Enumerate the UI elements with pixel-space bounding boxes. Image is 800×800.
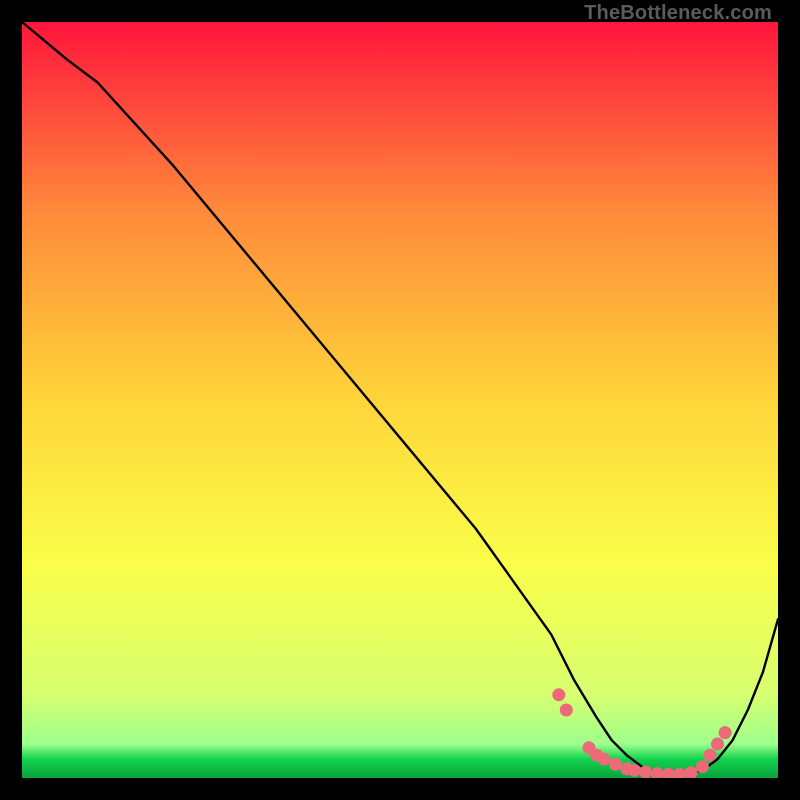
data-marker [628, 764, 641, 777]
data-marker [704, 749, 717, 762]
plot-area [22, 22, 778, 778]
data-marker [609, 758, 622, 771]
chart-svg [22, 22, 778, 778]
data-marker [560, 704, 573, 717]
watermark-text: TheBottleneck.com [584, 2, 772, 25]
gradient-bg [22, 22, 778, 778]
data-marker [639, 766, 652, 779]
data-marker [696, 760, 709, 773]
chart-frame: TheBottleneck.com [0, 0, 800, 800]
data-marker [719, 726, 732, 739]
data-marker [598, 753, 611, 766]
data-marker [552, 688, 565, 701]
data-marker [711, 738, 724, 751]
